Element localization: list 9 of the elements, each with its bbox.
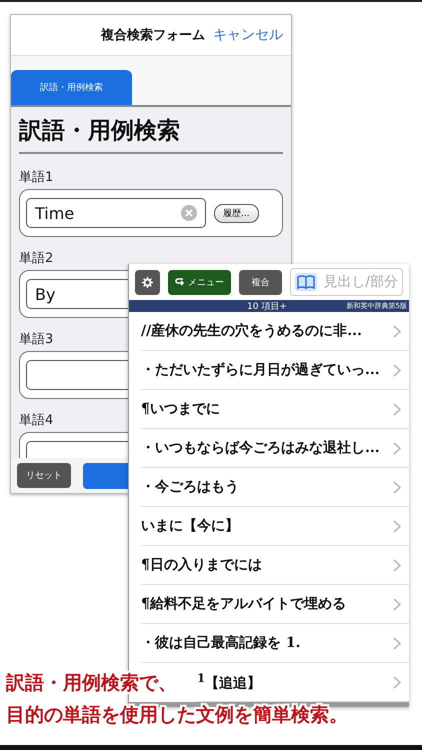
page-heading: 訳語・用例検索 [19,115,283,154]
window-title: 複合検索フォーム [101,26,205,44]
field-label: 単語1 [19,169,54,186]
caption-text: 目的の単語を使用した文例を簡単検索。 [6,703,348,728]
field-label: 単語4 [19,412,54,429]
field-label: 単語3 [19,331,54,348]
caption-text: 訳語・用例検索で、 [6,671,177,696]
result-count: 10 項目+ [247,300,287,312]
field-label: 単語2 [19,250,54,267]
